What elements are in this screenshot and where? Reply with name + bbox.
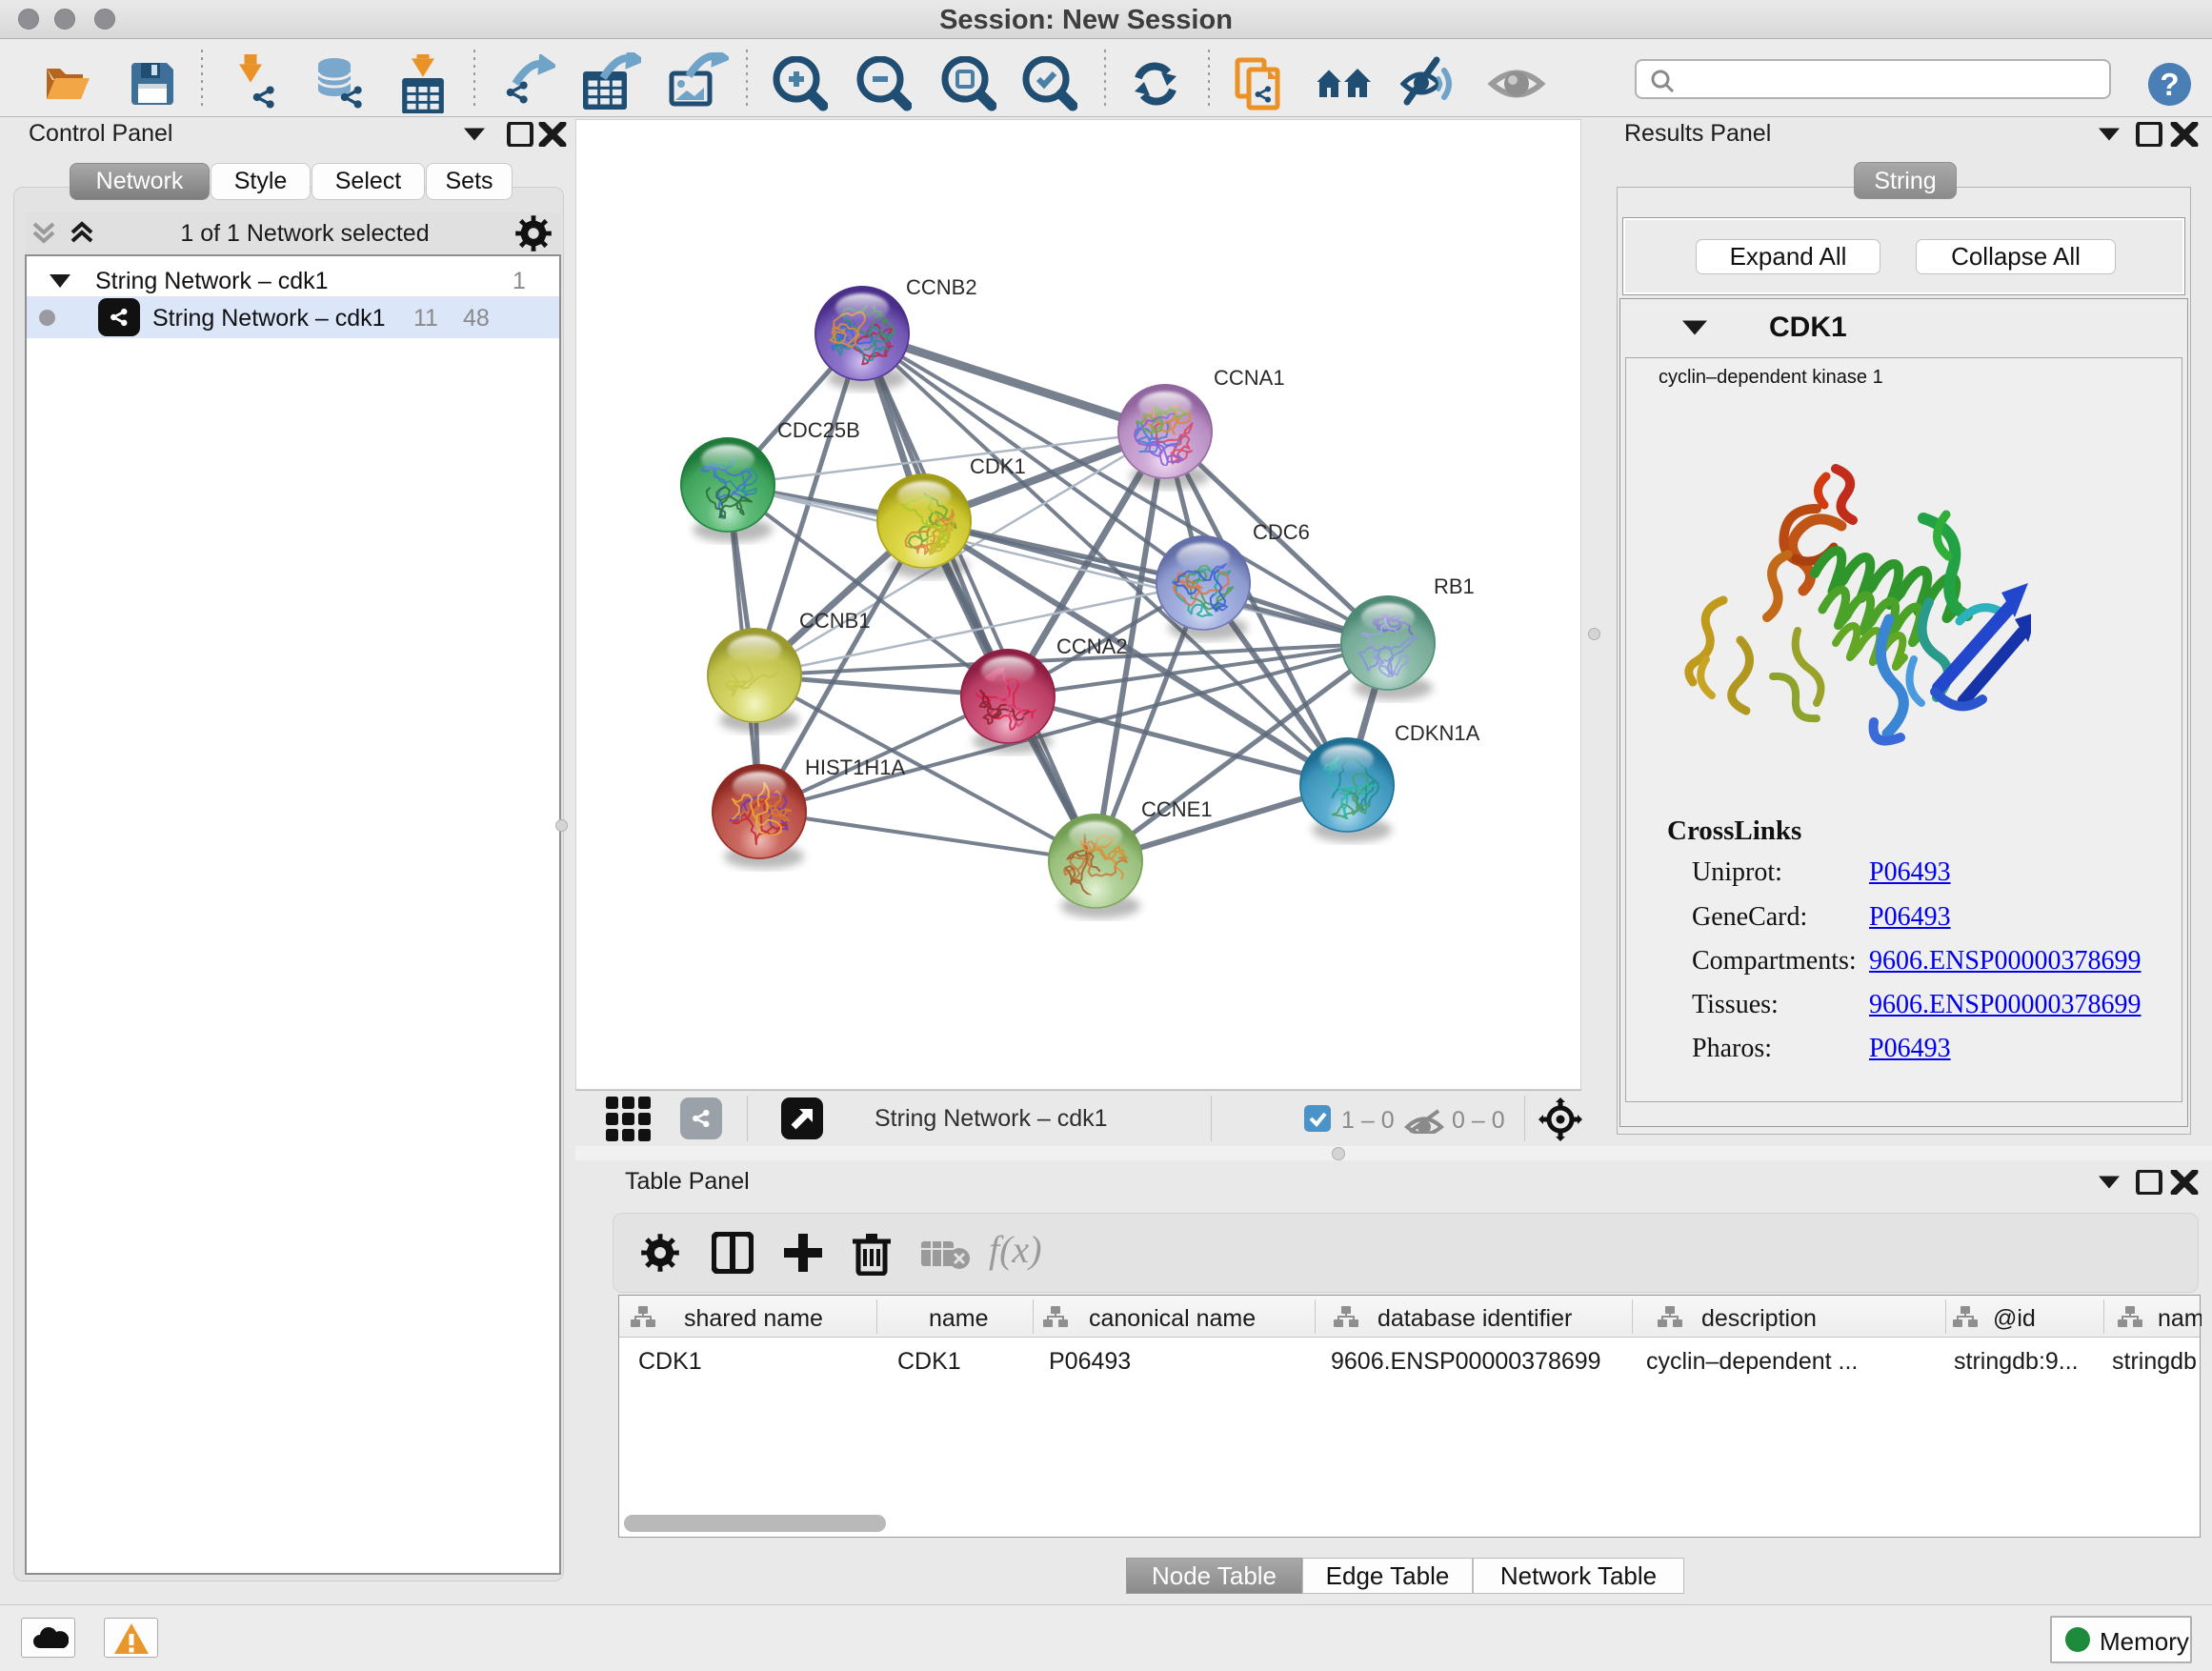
svg-text:CDK1: CDK1 — [970, 454, 1026, 478]
svg-text:CCNE1: CCNE1 — [1141, 797, 1213, 821]
svg-text:CCNB2: CCNB2 — [906, 275, 977, 299]
svg-text:CCNB1: CCNB1 — [799, 609, 871, 633]
svg-text:CDC25B: CDC25B — [777, 418, 860, 442]
svg-text:CCNA1: CCNA1 — [1214, 366, 1285, 390]
svg-text:HIST1H1A: HIST1H1A — [805, 755, 905, 779]
svg-text:CDC6: CDC6 — [1253, 520, 1310, 544]
svg-text:CDKN1A: CDKN1A — [1395, 721, 1480, 745]
svg-text:CCNA2: CCNA2 — [1056, 634, 1128, 658]
svg-text:RB1: RB1 — [1434, 574, 1475, 598]
